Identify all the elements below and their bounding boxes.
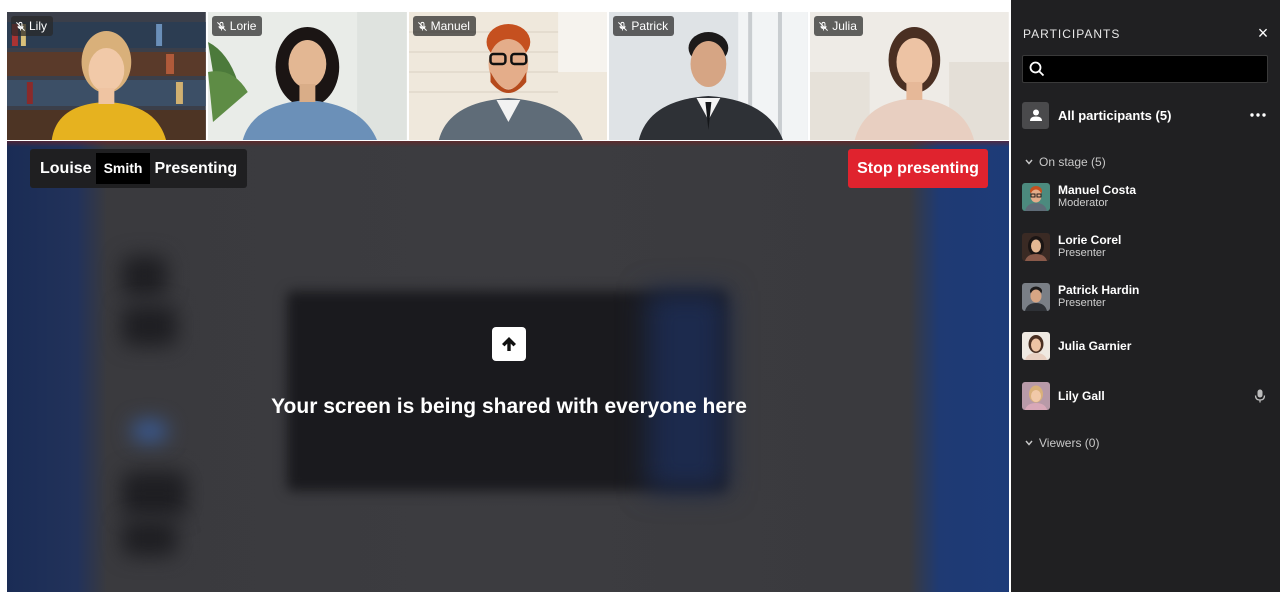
close-icon[interactable]: × xyxy=(1254,22,1272,44)
video-tile-manuel[interactable]: Manuel xyxy=(408,12,608,140)
participant-row[interactable]: Patrick Hardin Presenter xyxy=(1022,282,1268,312)
blurred-window-edge xyxy=(647,291,727,491)
blurred-content xyxy=(122,471,187,516)
participant-role: Moderator xyxy=(1058,197,1109,209)
viewers-section-toggle[interactable]: Viewers (0) xyxy=(1025,436,1099,450)
video-tile-lily[interactable]: Lily xyxy=(7,12,206,140)
more-horizontal-icon[interactable] xyxy=(1248,105,1268,125)
tile-name: Patrick xyxy=(631,19,669,33)
participant-name: Lorie Corel xyxy=(1058,233,1122,247)
presenter-first-name: Louise xyxy=(40,159,92,177)
screen-share-preview xyxy=(7,141,1009,592)
tile-name-tag: Julia xyxy=(814,16,863,36)
presenter-status: Presenting xyxy=(154,159,238,177)
chevron-down-icon xyxy=(1025,159,1033,165)
participant-name: Julia Garnier xyxy=(1058,338,1132,353)
presenter-label: Louise Smith Presenting xyxy=(30,149,248,188)
stage-area: Lily Lorie Manuel Patrick Julia Louise S… xyxy=(0,0,1011,592)
blurred-content xyxy=(122,306,177,346)
video-tile-julia[interactable]: Julia xyxy=(810,12,1009,140)
video-tile-lorie[interactable]: Lorie xyxy=(207,12,407,140)
viewers-label: Viewers (0) xyxy=(1039,436,1100,450)
tile-name-tag: Lily xyxy=(11,16,54,36)
participant-search[interactable] xyxy=(1022,55,1268,83)
all-participants-label: All participants (5) xyxy=(1058,107,1172,123)
blurred-content xyxy=(122,521,177,556)
avatar xyxy=(1022,382,1050,410)
on-stage-section-toggle[interactable]: On stage (5) xyxy=(1025,155,1106,169)
search-input[interactable] xyxy=(1051,60,1267,78)
avatar xyxy=(1022,283,1050,311)
blurred-content xyxy=(122,256,167,296)
participant-role: Presenter xyxy=(1058,247,1106,259)
avatar xyxy=(1022,233,1050,261)
participant-row[interactable]: Lily Gall xyxy=(1022,381,1268,411)
mic-off-icon xyxy=(417,21,427,31)
presenter-last-name: Smith xyxy=(95,153,151,184)
tile-name: Lorie xyxy=(229,19,257,33)
mic-off-icon xyxy=(16,21,25,31)
person-icon xyxy=(1022,101,1049,129)
tile-name: Lily xyxy=(29,19,48,33)
video-tile-patrick[interactable]: Patrick xyxy=(609,12,809,140)
panel-title: PARTICIPANTS xyxy=(1023,27,1121,41)
all-participants-row[interactable]: All participants (5) xyxy=(1022,101,1268,129)
tile-name-tag: Manuel xyxy=(412,16,476,36)
avatar xyxy=(1022,183,1050,211)
tile-name: Manuel xyxy=(430,19,470,33)
tile-name: Julia xyxy=(832,19,857,33)
participant-name: Manuel Costa xyxy=(1058,183,1137,197)
participant-row[interactable]: Julia Garnier xyxy=(1022,331,1268,361)
mic-icon[interactable] xyxy=(1252,388,1268,404)
participant-name: Patrick Hardin xyxy=(1058,283,1140,297)
participant-row[interactable]: Lorie Corel Presenter xyxy=(1022,232,1268,262)
participant-row[interactable]: Manuel Costa Moderator xyxy=(1022,182,1268,212)
search-icon xyxy=(1029,61,1045,77)
mic-off-icon xyxy=(819,21,829,31)
tile-name-tag: Patrick xyxy=(613,16,675,36)
video-tiles-strip: Lily Lorie Manuel Patrick Julia xyxy=(7,12,1009,140)
tile-name-tag: Lorie xyxy=(211,16,263,36)
stop-presenting-button[interactable]: Stop presenting xyxy=(848,149,988,188)
blurred-content xyxy=(132,421,167,441)
chevron-down-icon xyxy=(1025,440,1033,446)
participant-name: Lily Gall xyxy=(1058,388,1105,403)
mic-off-icon xyxy=(216,21,226,31)
arrow-up-icon xyxy=(492,327,526,361)
mic-off-icon xyxy=(618,21,628,31)
screen-share-message: Your screen is being shared with everyon… xyxy=(271,395,747,418)
participants-panel: PARTICIPANTS × All participants (5) On s… xyxy=(1011,0,1280,592)
avatar xyxy=(1022,332,1050,360)
on-stage-label: On stage (5) xyxy=(1039,155,1106,169)
participant-role: Presenter xyxy=(1058,297,1106,309)
